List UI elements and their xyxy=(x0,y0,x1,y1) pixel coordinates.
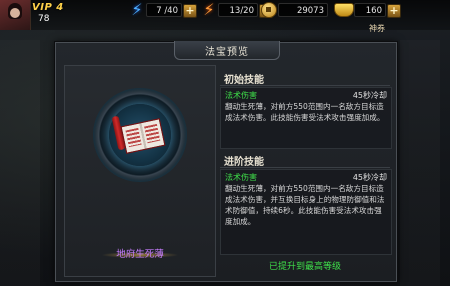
item-name: 地府生死薄 xyxy=(116,249,164,260)
book-icon xyxy=(120,118,166,154)
advanced-skill-type: 法术伤害 xyxy=(225,173,257,182)
blue-bolt-icon: ⚡ xyxy=(131,0,143,19)
advanced-skill-cooldown: 45秒冷却 xyxy=(352,173,387,182)
stamina-value: 7 /40 xyxy=(146,3,182,17)
panel-title: 法宝预览 xyxy=(205,47,249,58)
coin-value: 29073 xyxy=(278,3,328,17)
treasure-preview-panel: 法宝预览 地府生死薄 初始技能 法术伤害 45秒冷却 翻动生死薄，对前方550范… xyxy=(55,41,397,282)
skill-info-pane: 初始技能 法术伤害 45秒冷却 翻动生死薄，对前方550范围内一名敌方目标造成法… xyxy=(220,65,392,275)
item-preview-pane: 地府生死薄 xyxy=(64,65,216,277)
base-skill-type: 法术伤害 xyxy=(225,91,257,100)
player-avatar[interactable] xyxy=(0,0,31,30)
advanced-skill-description: 翻动生死薄，对前方550范围内一名敌方目标造成法术伤害，并互换目标身上的物理防御… xyxy=(225,184,385,226)
add-ingot-button[interactable]: + xyxy=(387,4,401,18)
gold-ingot-icon xyxy=(334,3,354,17)
ingot-label: 神券 xyxy=(369,24,385,33)
player-level: 78 xyxy=(38,14,50,24)
vip-badge[interactable]: VIP 4 xyxy=(32,2,64,13)
add-stamina-button[interactable]: + xyxy=(183,4,197,18)
advanced-skill-header: 进阶技能 xyxy=(220,153,390,168)
base-skill-cooldown: 45秒冷却 xyxy=(352,91,387,100)
item-frame-ring xyxy=(93,88,187,182)
coin-icon xyxy=(261,2,277,18)
base-skill-heading: 初始技能 xyxy=(224,75,264,86)
energy-value: 13/20 xyxy=(218,3,258,17)
base-skill-header: 初始技能 xyxy=(220,71,390,86)
advanced-skill-box: 法术伤害 45秒冷却 翻动生死薄，对前方550范围内一名敌方目标造成法术伤害，并… xyxy=(220,169,392,255)
item-frame-inner xyxy=(109,104,171,166)
ingot-value: 160 xyxy=(354,3,386,17)
panel-title-bar: 法宝预览 xyxy=(174,41,280,60)
advanced-skill-heading: 进阶技能 xyxy=(224,157,264,168)
base-skill-box: 法术伤害 45秒冷却 翻动生死薄，对前方550范围内一名敌方目标造成法术伤害。此… xyxy=(220,87,392,149)
orange-bolt-icon: ⚡ xyxy=(203,0,215,19)
base-skill-description: 翻动生死薄，对前方550范围内一名敌方目标造成法术伤害。此技能伤害受法术攻击强度… xyxy=(225,102,385,122)
max-level-status: 已提升到最高等级 xyxy=(268,262,341,272)
